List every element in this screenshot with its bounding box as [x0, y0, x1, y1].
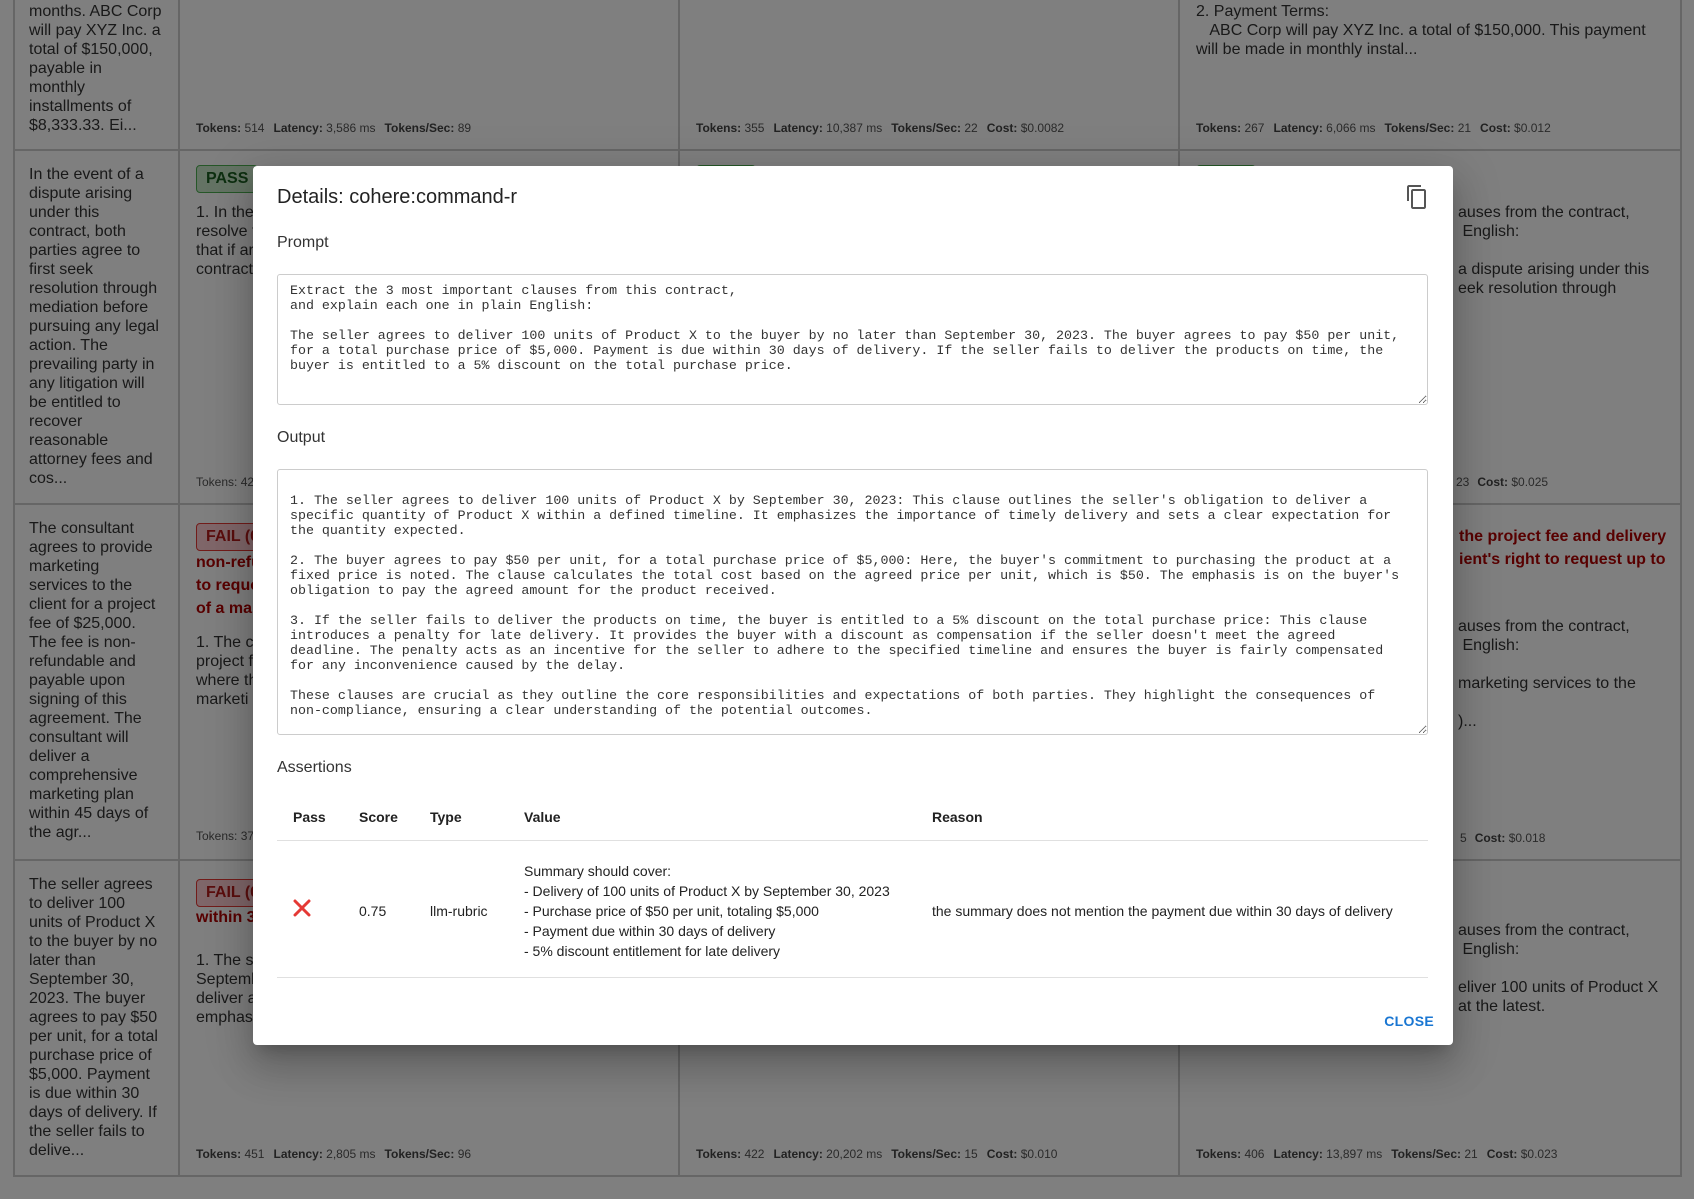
dialog-title: Details: cohere:command-r	[277, 186, 518, 208]
col-type: Type	[414, 794, 508, 841]
col-reason: Reason	[916, 794, 1428, 841]
output-label: Output	[277, 429, 326, 446]
col-value: Value	[508, 794, 916, 841]
reason-cell: the summary does not mention the payment…	[916, 840, 1428, 978]
pass-cell	[277, 840, 343, 978]
assertions-label: Assertions	[277, 759, 352, 776]
assertions-table: Pass Score Type Value Reason 0.75 llm-ru…	[277, 794, 1428, 978]
details-dialog: Details: cohere:command-r Prompt Output …	[253, 166, 1453, 1045]
x-mark-icon	[293, 899, 311, 917]
content-copy-icon[interactable]	[1405, 184, 1429, 210]
col-score: Score	[343, 794, 414, 841]
value-cell: Summary should cover: - Delivery of 100 …	[508, 840, 916, 978]
type-cell: llm-rubric	[414, 840, 508, 978]
close-button[interactable]: CLOSE	[1384, 1013, 1434, 1029]
prompt-label: Prompt	[277, 234, 329, 251]
table-header-row: Pass Score Type Value Reason	[277, 794, 1428, 841]
score-cell: 0.75	[343, 840, 414, 978]
output-textarea[interactable]	[277, 469, 1428, 735]
prompt-textarea[interactable]	[277, 274, 1428, 405]
table-row: 0.75 llm-rubric Summary should cover: - …	[277, 840, 1428, 978]
col-pass: Pass	[277, 794, 343, 841]
